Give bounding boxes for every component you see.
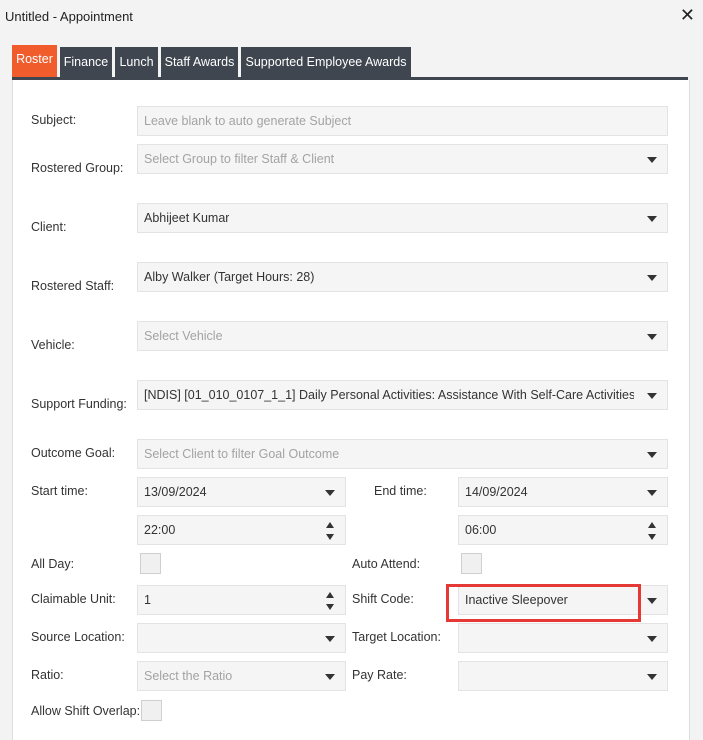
chevron-down-icon [647, 598, 657, 604]
rostered-group-label: Rostered Group: [31, 161, 124, 175]
spin-up-icon[interactable] [326, 522, 334, 528]
spin-up-icon[interactable] [326, 592, 334, 598]
vehicle-label: Vehicle: [31, 338, 75, 352]
ratio-label: Ratio: [31, 668, 64, 682]
shift-code-label: Shift Code: [352, 592, 414, 606]
start-time-label: Start time: [31, 484, 88, 498]
source-location-label: Source Location: [31, 630, 125, 644]
chevron-down-icon [647, 452, 657, 458]
chevron-down-icon [647, 636, 657, 642]
allow-shift-overlap-checkbox[interactable] [141, 700, 162, 721]
spin-down-icon[interactable] [326, 534, 334, 540]
tab-supported-employee-awards[interactable]: Supported Employee Awards [241, 47, 411, 77]
outcome-goal-placeholder: Select Client to filter Goal Outcome [144, 447, 340, 461]
target-location-select[interactable] [458, 623, 668, 653]
start-date-picker[interactable]: 13/09/2024 [137, 477, 346, 507]
client-value: Abhijeet Kumar [144, 211, 230, 225]
spin-up-icon[interactable] [648, 522, 656, 528]
start-time-spinner[interactable]: 22:00 [137, 515, 346, 545]
claimable-unit-label: Claimable Unit: [31, 592, 116, 606]
chevron-down-icon[interactable] [325, 490, 335, 496]
chevron-down-icon [647, 157, 657, 163]
spin-down-icon[interactable] [326, 604, 334, 610]
client-select[interactable]: Abhijeet Kumar [137, 203, 668, 233]
spin-down-icon[interactable] [648, 534, 656, 540]
chevron-down-icon [647, 275, 657, 281]
start-time-value: 22:00 [144, 523, 176, 537]
title-bar: Untitled - Appointment ✕ [0, 0, 703, 32]
support-funding-label: Support Funding: [31, 397, 127, 411]
ratio-select[interactable]: Select the Ratio [137, 661, 346, 691]
outcome-goal-label: Outcome Goal: [31, 446, 116, 460]
chevron-down-icon [647, 216, 657, 222]
chevron-down-icon [325, 636, 335, 642]
end-time-label: End time: [374, 484, 427, 498]
vehicle-placeholder: Select Vehicle [144, 329, 223, 343]
end-time-value: 06:00 [465, 523, 497, 537]
subject-input[interactable]: Leave blank to auto generate Subject [137, 106, 668, 136]
source-location-select[interactable] [137, 623, 346, 653]
all-day-label: All Day: [31, 557, 75, 571]
chevron-down-icon [647, 334, 657, 340]
ratio-placeholder: Select the Ratio [144, 669, 233, 683]
tab-lunch[interactable]: Lunch [115, 47, 158, 77]
shift-code-select[interactable]: Inactive Sleepover [458, 585, 668, 615]
auto-attend-label: Auto Attend: [352, 557, 421, 571]
support-funding-value: [NDIS] [01_010_0107_1_1] Daily Personal … [144, 388, 634, 402]
claimable-unit-spinner[interactable]: 1 [137, 585, 346, 615]
all-day-checkbox[interactable] [140, 553, 161, 574]
end-date-picker[interactable]: 14/09/2024 [458, 477, 668, 507]
tab-roster[interactable]: Roster [12, 45, 57, 77]
vehicle-select[interactable]: Select Vehicle [137, 321, 668, 351]
pay-rate-label: Pay Rate: [352, 668, 407, 682]
end-date-value: 14/09/2024 [465, 485, 528, 499]
window-title: Untitled - Appointment [5, 9, 133, 24]
chevron-down-icon [647, 674, 657, 680]
client-label: Client: [31, 220, 67, 234]
rostered-staff-select[interactable]: Alby Walker (Target Hours: 28) [137, 262, 668, 292]
rostered-staff-value: Alby Walker (Target Hours: 28) [144, 270, 315, 284]
auto-attend-checkbox[interactable] [461, 553, 482, 574]
subject-label: Subject: [31, 113, 77, 127]
support-funding-select[interactable]: [NDIS] [01_010_0107_1_1] Daily Personal … [137, 380, 668, 410]
rostered-group-placeholder: Select Group to filter Staff & Client [144, 152, 335, 166]
outcome-goal-select[interactable]: Select Client to filter Goal Outcome [137, 439, 668, 469]
pay-rate-select[interactable] [458, 661, 668, 691]
chevron-down-icon [325, 674, 335, 680]
chevron-down-icon[interactable] [647, 490, 657, 496]
claimable-unit-value: 1 [144, 593, 151, 607]
start-date-value: 13/09/2024 [144, 485, 207, 499]
rostered-staff-label: Rostered Staff: [31, 279, 115, 293]
rostered-group-select[interactable]: Select Group to filter Staff & Client [137, 144, 668, 174]
close-icon[interactable]: ✕ [680, 5, 695, 25]
allow-shift-overlap-label: Allow Shift Overlap: [31, 704, 141, 718]
subject-placeholder: Leave blank to auto generate Subject [144, 114, 352, 128]
shift-code-value: Inactive Sleepover [465, 593, 568, 607]
tab-staff-awards[interactable]: Staff Awards [161, 47, 238, 77]
target-location-label: Target Location: [352, 630, 441, 644]
tab-finance[interactable]: Finance [60, 47, 112, 77]
chevron-down-icon [647, 393, 657, 399]
end-time-spinner[interactable]: 06:00 [458, 515, 668, 545]
